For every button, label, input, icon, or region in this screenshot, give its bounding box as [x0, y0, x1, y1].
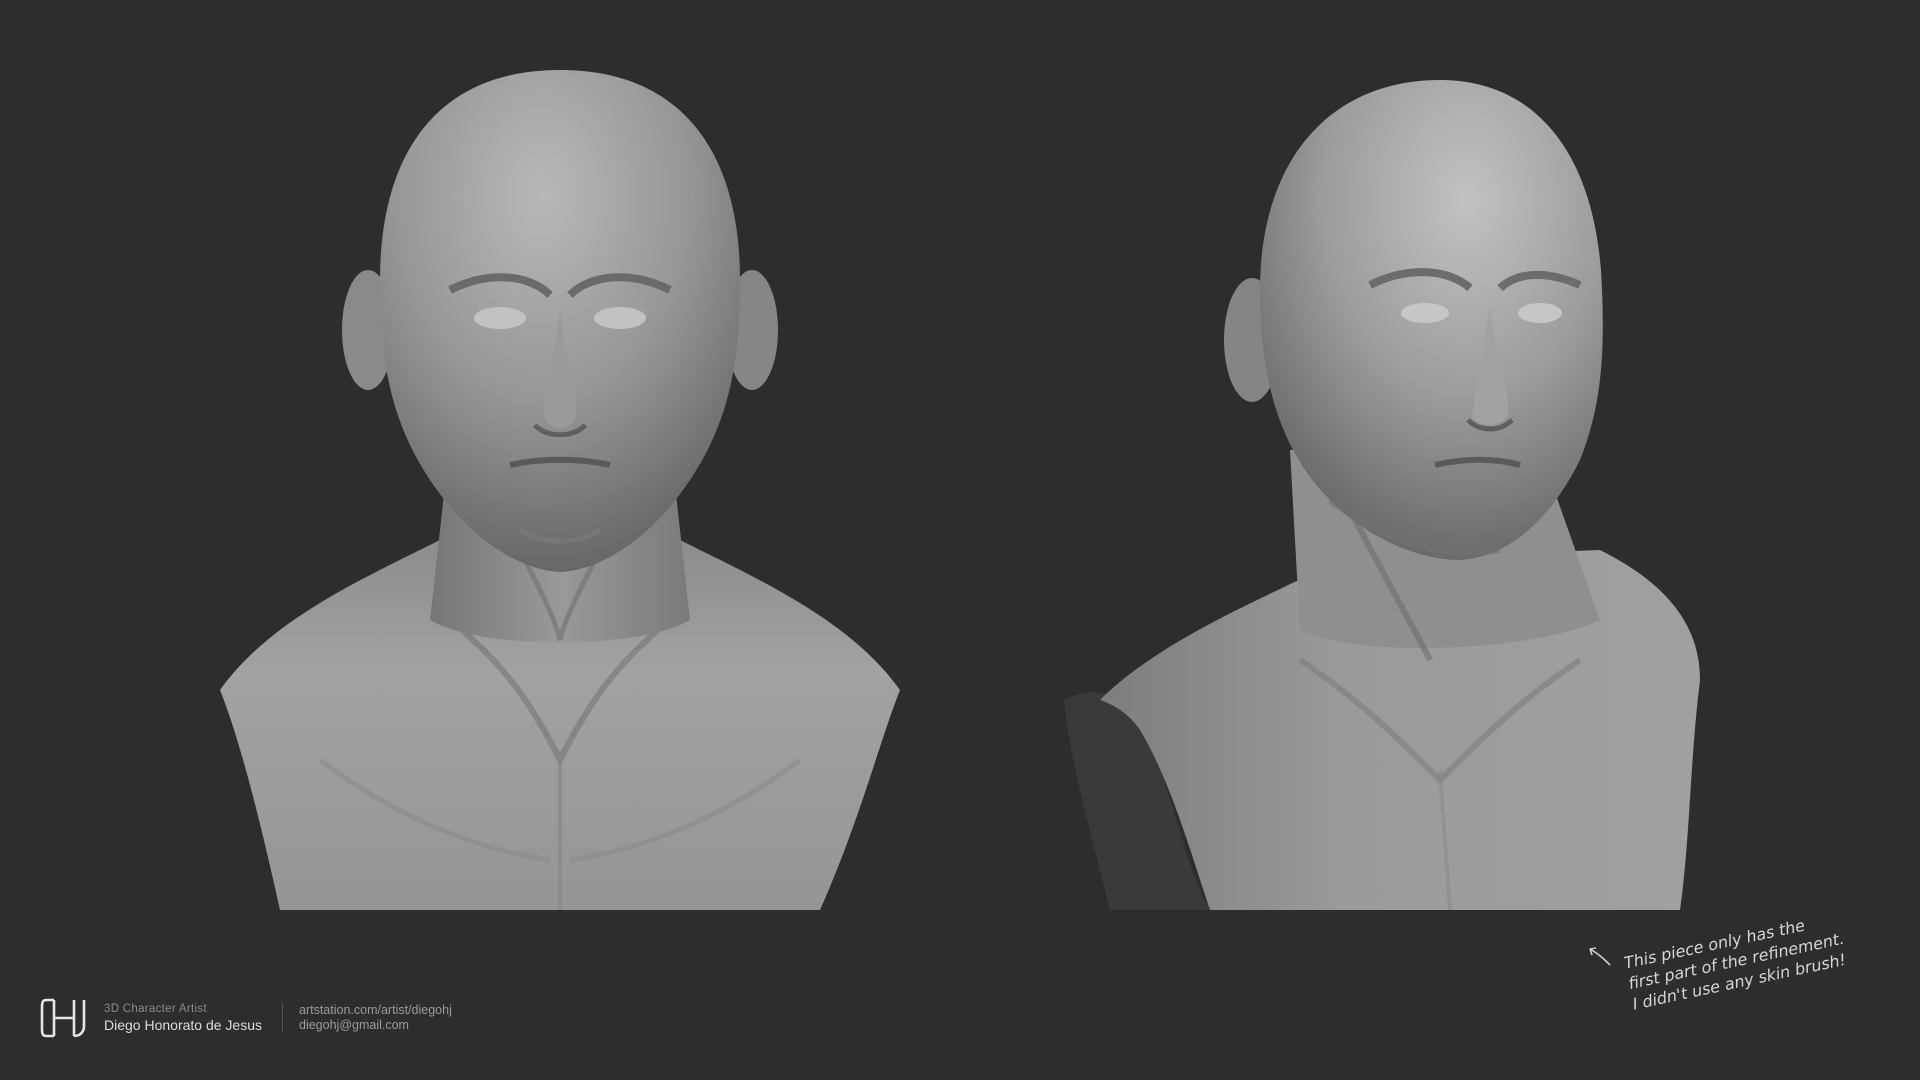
note-arrow-icon	[1589, 947, 1611, 966]
artist-name: Diego Honorato de Jesus	[104, 1017, 262, 1033]
note-text: This piece only has the first part of th…	[1622, 907, 1850, 1014]
portfolio-canvas: 3D Character Artist Diego Honorato de Je…	[0, 0, 1920, 1080]
email-link[interactable]: diegohj@gmail.com	[299, 1018, 452, 1033]
artist-logo	[40, 998, 86, 1038]
artist-identity: 3D Character Artist Diego Honorato de Je…	[104, 1002, 262, 1034]
portfolio-link[interactable]: artstation.com/artist/diegohj	[299, 1003, 452, 1018]
artist-role: 3D Character Artist	[104, 1003, 207, 1015]
artist-contacts: artstation.com/artist/diegohj diegohj@gm…	[299, 1003, 452, 1033]
bust-render-three-quarter	[1064, 80, 1700, 911]
handwritten-note: This piece only has the first part of th…	[1582, 916, 1882, 1045]
artist-credits: 3D Character Artist Diego Honorato de Je…	[40, 996, 452, 1040]
bust-render-front	[220, 70, 900, 910]
footer-divider	[282, 1003, 283, 1033]
